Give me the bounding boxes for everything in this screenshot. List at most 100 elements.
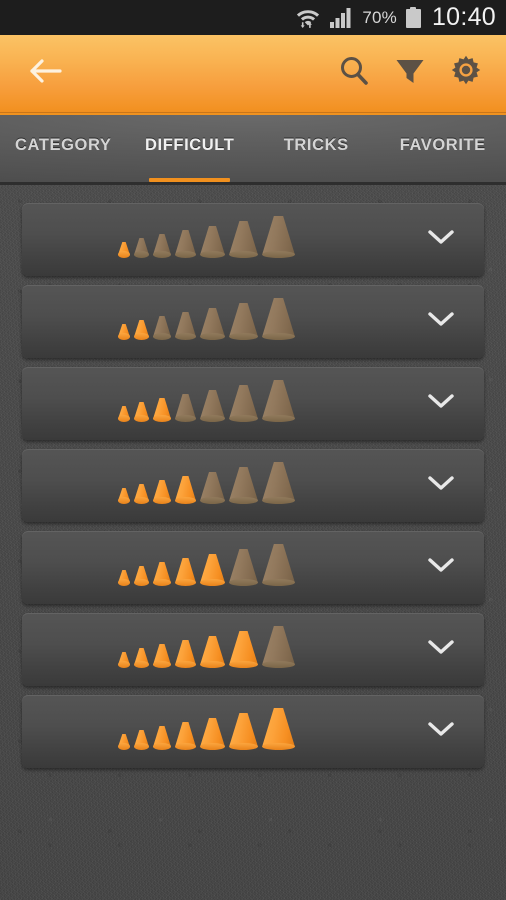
cellular-signal-icon bbox=[330, 7, 353, 28]
cone-icon-empty bbox=[175, 312, 196, 340]
cone-icon-filled bbox=[175, 476, 196, 504]
tab-difficult[interactable]: DIFFICULT bbox=[127, 115, 254, 185]
difficulty-list bbox=[0, 185, 506, 768]
gear-icon bbox=[449, 54, 483, 93]
chevron-down-icon bbox=[427, 638, 455, 661]
cone-icon-empty bbox=[200, 308, 225, 340]
cone-icon-empty bbox=[262, 462, 295, 504]
expand-row-button[interactable] bbox=[398, 367, 484, 440]
cone-icon-filled bbox=[118, 324, 130, 340]
back-button[interactable] bbox=[22, 51, 68, 97]
cone-icon-empty bbox=[262, 544, 295, 586]
cone-icon-empty bbox=[153, 316, 171, 340]
filter-icon bbox=[394, 55, 426, 92]
cone-icon-empty bbox=[175, 394, 196, 422]
status-bar: 70% 10:40 bbox=[0, 0, 506, 35]
tab-label: TRICKS bbox=[283, 135, 349, 154]
cone-icon-empty bbox=[200, 472, 225, 504]
cone-rating bbox=[118, 708, 295, 750]
cone-rating bbox=[118, 380, 295, 422]
cone-rating bbox=[118, 298, 295, 340]
cone-icon-filled bbox=[118, 242, 130, 258]
cone-icon-filled bbox=[262, 708, 295, 750]
cone-icon-filled bbox=[153, 480, 171, 504]
cone-icon-filled bbox=[200, 718, 225, 750]
cone-icon-empty bbox=[262, 380, 295, 422]
cone-icon-filled bbox=[134, 566, 149, 586]
cone-icon-empty bbox=[134, 238, 149, 258]
cone-icon-empty bbox=[175, 230, 196, 258]
difficulty-row[interactable] bbox=[22, 367, 484, 440]
cone-icon-filled bbox=[134, 484, 149, 504]
cone-icon-empty bbox=[200, 226, 225, 258]
cone-icon-filled bbox=[229, 631, 258, 668]
chevron-down-icon bbox=[427, 310, 455, 333]
difficulty-row[interactable] bbox=[22, 695, 484, 768]
cone-rating bbox=[118, 462, 295, 504]
cone-icon-empty bbox=[229, 303, 258, 340]
cone-icon-filled bbox=[175, 558, 196, 586]
cone-icon-filled bbox=[118, 488, 130, 504]
expand-row-button[interactable] bbox=[398, 695, 484, 768]
chevron-down-icon bbox=[427, 392, 455, 415]
cone-icon-filled bbox=[200, 554, 225, 586]
cone-icon-empty bbox=[229, 221, 258, 258]
status-clock: 10:40 bbox=[431, 3, 496, 31]
tab-bar: CATEGORY DIFFICULT TRICKS FAVORITE bbox=[0, 113, 506, 185]
difficulty-row[interactable] bbox=[22, 531, 484, 604]
expand-row-button[interactable] bbox=[398, 285, 484, 358]
cone-icon-empty bbox=[262, 298, 295, 340]
content-area bbox=[0, 185, 506, 900]
cone-icon-filled bbox=[134, 648, 149, 668]
difficulty-row[interactable] bbox=[22, 203, 484, 276]
cone-icon-filled bbox=[153, 644, 171, 668]
cone-icon-filled bbox=[118, 406, 130, 422]
expand-row-button[interactable] bbox=[398, 531, 484, 604]
cone-rating bbox=[118, 544, 295, 586]
tab-tricks[interactable]: TRICKS bbox=[253, 115, 380, 185]
cone-icon-filled bbox=[153, 726, 171, 750]
expand-row-button[interactable] bbox=[398, 203, 484, 276]
cone-icon-empty bbox=[153, 234, 171, 258]
tab-category[interactable]: CATEGORY bbox=[0, 115, 127, 185]
wifi-icon bbox=[295, 7, 321, 29]
app-root: 70% 10:40 CATEGORY DIFFICULT TRICKS FAVO… bbox=[0, 0, 506, 900]
cone-icon-filled bbox=[153, 398, 171, 422]
cone-icon-empty bbox=[262, 216, 295, 258]
tab-label: CATEGORY bbox=[15, 135, 112, 154]
expand-row-button[interactable] bbox=[398, 449, 484, 522]
tab-indicator bbox=[149, 178, 231, 182]
action-bar bbox=[0, 35, 506, 113]
cone-icon-empty bbox=[229, 385, 258, 422]
battery-percent-label: 70% bbox=[362, 8, 397, 27]
difficulty-row[interactable] bbox=[22, 285, 484, 358]
cone-icon-empty bbox=[262, 626, 295, 668]
chevron-down-icon bbox=[427, 720, 455, 743]
chevron-down-icon bbox=[427, 556, 455, 579]
cone-rating bbox=[118, 216, 295, 258]
cone-icon-filled bbox=[229, 713, 258, 750]
cone-icon-filled bbox=[118, 734, 130, 750]
tab-label: DIFFICULT bbox=[145, 135, 235, 154]
settings-button[interactable] bbox=[438, 46, 494, 102]
back-arrow-icon bbox=[28, 57, 62, 90]
search-icon bbox=[337, 54, 371, 93]
tab-favorite[interactable]: FAVORITE bbox=[380, 115, 506, 185]
cone-icon-filled bbox=[118, 652, 130, 668]
cone-icon-filled bbox=[134, 320, 149, 340]
cone-icon-filled bbox=[134, 730, 149, 750]
search-button[interactable] bbox=[326, 46, 382, 102]
cone-icon-empty bbox=[229, 467, 258, 504]
difficulty-row[interactable] bbox=[22, 613, 484, 686]
difficulty-row[interactable] bbox=[22, 449, 484, 522]
chevron-down-icon bbox=[427, 228, 455, 251]
expand-row-button[interactable] bbox=[398, 613, 484, 686]
cone-icon-filled bbox=[175, 722, 196, 750]
battery-icon bbox=[405, 7, 421, 28]
chevron-down-icon bbox=[427, 474, 455, 497]
cone-icon-filled bbox=[118, 570, 130, 586]
cone-icon-empty bbox=[229, 549, 258, 586]
filter-button[interactable] bbox=[382, 46, 438, 102]
cone-icon-filled bbox=[153, 562, 171, 586]
tab-label: FAVORITE bbox=[399, 135, 486, 154]
